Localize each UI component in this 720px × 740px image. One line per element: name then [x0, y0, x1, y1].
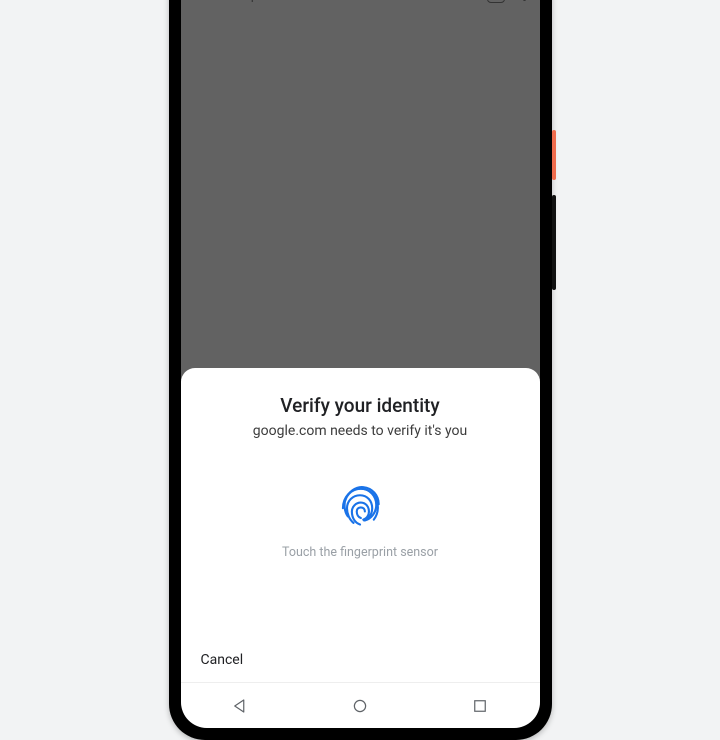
address-bar[interactable]: example.com	[195, 0, 305, 3]
biometric-dialog: Verify your identity google.com needs to…	[181, 368, 540, 728]
power-button	[552, 130, 556, 180]
nav-home-icon[interactable]	[351, 697, 369, 715]
nav-recents-icon[interactable]	[471, 697, 489, 715]
tab-switcher[interactable]: 4	[487, 0, 505, 3]
fingerprint-icon	[334, 479, 386, 531]
browser-toolbar: example.com 4	[181, 0, 540, 16]
screen: example.com 4 Verify your identity googl…	[181, 0, 540, 728]
cancel-button[interactable]: Cancel	[199, 646, 246, 674]
phone-frame: example.com 4 Verify your identity googl…	[169, 0, 552, 740]
fingerprint-hint: Touch the fingerprint sensor	[282, 545, 438, 560]
system-nav-bar	[181, 682, 540, 728]
volume-button	[552, 195, 556, 290]
url-text: example.com	[214, 0, 305, 3]
overflow-menu-icon[interactable]	[519, 0, 530, 3]
lock-icon	[195, 0, 206, 1]
nav-back-icon[interactable]	[231, 697, 249, 715]
dialog-subtitle: google.com needs to verify it's you	[209, 423, 512, 439]
dialog-title: Verify your identity	[209, 394, 512, 417]
